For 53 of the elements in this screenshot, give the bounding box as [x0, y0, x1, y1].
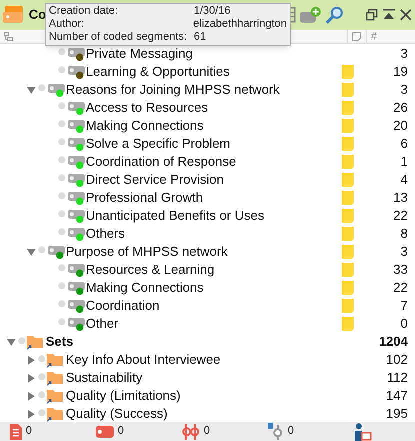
- tree-item-label: Key Info About Interviewee: [66, 351, 221, 370]
- count-cell-text: 33: [392, 261, 408, 280]
- count-cell-text: 4: [400, 171, 408, 190]
- count-cell-text: 7: [400, 297, 408, 316]
- tooltip-label: Author:: [49, 18, 86, 31]
- tree-item-label: Coordination: [86, 297, 160, 316]
- count-cell-text: 195: [385, 405, 408, 422]
- tree-item-label: Sets: [46, 333, 74, 352]
- count-cell-text: 19: [392, 63, 408, 82]
- tree-item-label: Quality (Success): [66, 405, 168, 422]
- tree-item-label: Coordination of Response: [86, 153, 236, 172]
- tree-item-label: Purpose of MHPSS network: [66, 243, 228, 262]
- count-cell-text: 20: [392, 117, 408, 136]
- tooltip-value: 61: [194, 31, 206, 44]
- status-count: 0: [118, 424, 124, 440]
- tooltip-value: 1/30/16: [194, 5, 231, 18]
- tree-item-label: Making Connections: [86, 117, 204, 136]
- count-cell-text: 3: [400, 81, 408, 100]
- tree-item-label: Professional Growth: [86, 189, 204, 208]
- status-count: 0: [288, 424, 294, 440]
- tree-item-label: Learning & Opportunities: [86, 63, 230, 82]
- tree-item-label: Reasons for Joining MHPSS network: [66, 81, 280, 100]
- tree-item-label: Making Connections: [86, 279, 204, 298]
- window-title: Co: [29, 6, 46, 24]
- count-cell-text: 3: [400, 45, 408, 64]
- count-cell-text: 26: [392, 99, 408, 118]
- tree-item-label: Other: [86, 315, 119, 334]
- count-cell-text: 13: [392, 189, 408, 208]
- tree-item-label: Sustainability: [66, 369, 143, 388]
- count-cell-text: 102: [385, 351, 408, 370]
- tree-item-label: Direct Service Provision: [86, 171, 224, 190]
- tooltip-label: Creation date:: [49, 5, 120, 18]
- count-cell-text: 0: [400, 315, 408, 334]
- count-cell-text: 112: [386, 369, 408, 388]
- count-cell-text: 147: [385, 387, 408, 406]
- tooltip-value: elizabethharrington: [193, 18, 287, 31]
- tree-item-label: Others: [86, 225, 126, 244]
- tree-item-label: Access to Resources: [86, 99, 208, 118]
- tree-item-label: Solve a Specific Problem: [86, 135, 231, 154]
- tree-item-label: Resources & Learning: [86, 261, 215, 280]
- count-cell-text: 8: [400, 225, 408, 244]
- count-cell-text: 6: [400, 135, 408, 154]
- tree-item-label: Quality (Limitations): [66, 387, 181, 406]
- status-count: 0: [204, 424, 210, 440]
- count-cell-text: 3: [400, 243, 408, 262]
- tree-item-label: Private Messaging: [86, 45, 193, 64]
- tree-item-label: Unanticipated Benefits or Uses: [86, 207, 264, 226]
- count-cell-text: 22: [392, 207, 408, 226]
- tooltip-label: Number of coded segments:: [49, 31, 188, 44]
- count-cell-text: 1: [400, 153, 408, 172]
- status-count: 0: [26, 424, 32, 440]
- count-cell-text: 22: [392, 279, 408, 298]
- count-cell-text: 1204: [378, 333, 408, 352]
